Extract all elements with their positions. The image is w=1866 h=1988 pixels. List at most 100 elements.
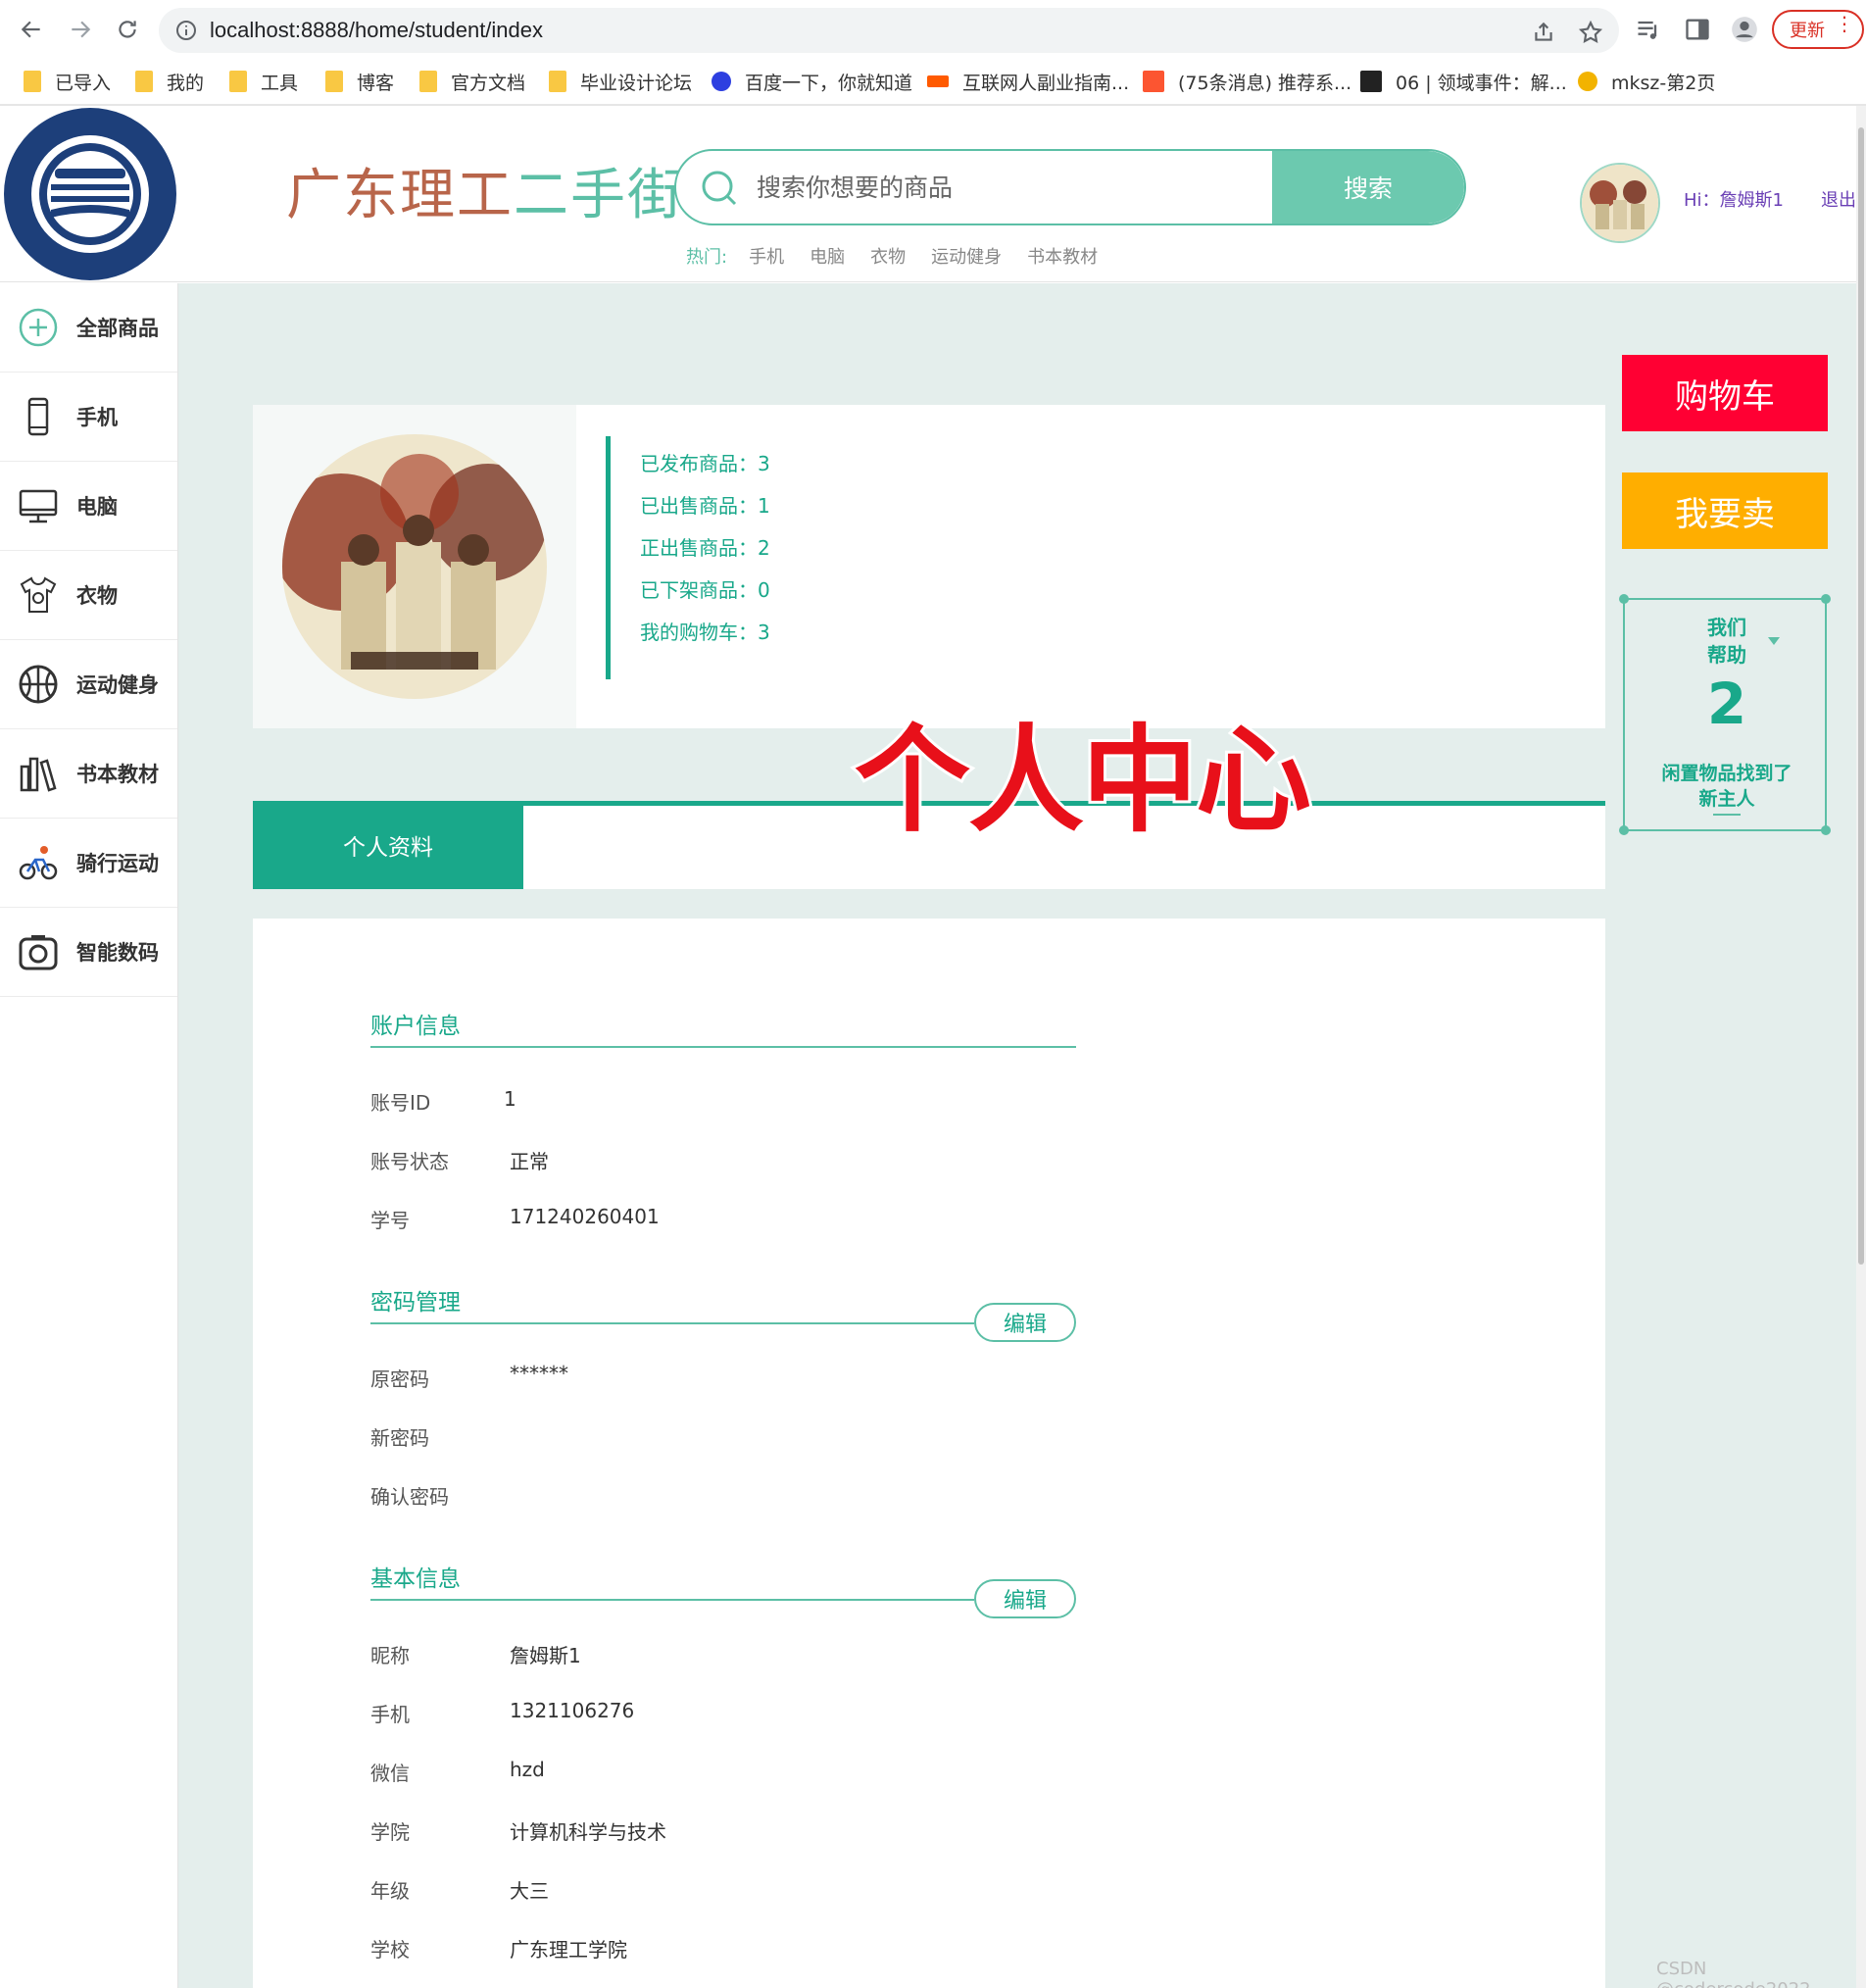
stat-sold[interactable]: 已出售商品：1	[640, 490, 770, 532]
sidebar-item-clothing[interactable]: 衣物	[0, 551, 177, 640]
bookmark-item[interactable]: 互联网人副业指南...	[927, 67, 1129, 96]
sidebar-item-computer[interactable]: 电脑	[0, 462, 177, 551]
page-overlay-title: 个人中心	[852, 710, 1314, 851]
url-bar[interactable]: localhost:8888/home/student/index	[159, 8, 1619, 53]
bookmark-label: 我的	[167, 72, 205, 94]
corner-dot	[1821, 825, 1831, 835]
folder-icon	[419, 71, 437, 92]
forward-button[interactable]	[63, 12, 98, 47]
sidebar-item-all[interactable]: 全部商品	[0, 283, 177, 373]
stat-published[interactable]: 已发布商品：3	[640, 448, 770, 490]
back-button[interactable]	[14, 12, 49, 47]
bookmark-label: 博客	[357, 72, 395, 94]
shopping-cart-button[interactable]: 购物车	[1622, 355, 1828, 431]
media-queue-icon[interactable]	[1635, 16, 1662, 43]
field-value: 1321106276	[510, 1699, 635, 1722]
section-title-password: 密码管理	[370, 1290, 461, 1316]
sidebar-item-books[interactable]: 书本教材	[0, 729, 177, 819]
hot-keyword-link[interactable]: 手机	[749, 243, 784, 269]
bookmark-item[interactable]: 博客	[325, 67, 394, 96]
csdn-icon	[1143, 71, 1164, 92]
site-title-part1: 广东理工	[286, 164, 514, 227]
help-line-3: 闲置物品找到了	[1661, 763, 1792, 784]
bookmark-item[interactable]: (75条消息) 推荐系...	[1143, 67, 1351, 96]
books-icon	[20, 757, 57, 792]
stat-removed[interactable]: 已下架商品：0	[640, 574, 770, 617]
reload-button[interactable]	[110, 12, 145, 47]
section-title-basic: 基本信息	[370, 1566, 461, 1592]
more-menu-icon[interactable]: ⋮	[1835, 14, 1854, 33]
search-box: 搜索	[674, 149, 1466, 225]
help-widget[interactable]: 我们 帮助 2 闲置物品找到了 新主人	[1619, 594, 1831, 835]
stat-value: 0	[758, 578, 770, 602]
stat-value: 1	[758, 494, 770, 518]
stat-label: 已发布商品：	[640, 452, 758, 475]
user-avatar[interactable]	[1580, 163, 1660, 243]
field-label: 新密码	[370, 1426, 429, 1450]
sidebar-item-digital[interactable]: 智能数码	[0, 908, 177, 997]
field-value: 1	[504, 1087, 516, 1111]
profile-avatar[interactable]	[282, 434, 547, 699]
browser-chrome: localhost:8888/home/student/index 更新 ⋮ 已…	[0, 0, 1866, 106]
bookmark-item[interactable]: 已导入	[24, 67, 111, 96]
tab-personal-info[interactable]: 个人资料	[253, 801, 523, 889]
help-caption: 闲置物品找到了 新主人	[1625, 761, 1829, 812]
reload-icon	[119, 21, 136, 38]
hot-keyword-link[interactable]: 运动健身	[931, 243, 1002, 269]
logout-link[interactable]: 退出	[1821, 186, 1856, 212]
hot-keyword-link[interactable]: 电脑	[810, 243, 845, 269]
site-header: 广东理工二手街 搜索 热门: 手机 电脑 衣物 运动健身 书本教材 Hi：詹姆斯…	[0, 106, 1866, 282]
side-panel-icon[interactable]	[1684, 16, 1711, 43]
bookmark-item[interactable]: 06 | 领域事件：解...	[1360, 67, 1567, 96]
bookmark-item[interactable]: 百度一下，你就知道	[712, 67, 912, 96]
college-logo[interactable]	[2, 106, 178, 282]
scrollbar-thumb[interactable]	[1858, 127, 1864, 1265]
field-value: 171240260401	[510, 1205, 660, 1228]
stat-on-sale[interactable]: 正出售商品：2	[640, 532, 770, 574]
sidebar-item-cycling[interactable]: 骑行运动	[0, 819, 177, 908]
corner-dot	[1619, 825, 1629, 835]
hot-keyword-link[interactable]: 书本教材	[1027, 243, 1098, 269]
stat-cart[interactable]: 我的购物车：3	[640, 617, 770, 659]
site-title-part2: 二手街	[514, 164, 684, 227]
share-icon[interactable]	[1531, 20, 1556, 45]
bookmark-item[interactable]: 毕业设计论坛	[549, 67, 692, 96]
info-icon[interactable]	[174, 19, 198, 42]
edit-basic-info-button[interactable]: 编辑	[974, 1579, 1076, 1618]
bookmark-label: 毕业设计论坛	[580, 72, 693, 94]
bookmark-item[interactable]: 我的	[135, 67, 204, 96]
stat-label: 已下架商品：	[640, 578, 758, 602]
category-sidebar: 全部商品 手机 电脑 衣物 运动健身 书本教材 骑行运动 智能数码	[0, 283, 178, 1988]
hot-label: 热门:	[686, 247, 728, 268]
edit-password-button[interactable]: 编辑	[974, 1303, 1076, 1342]
sidebar-item-label: 手机	[76, 406, 118, 429]
sell-item-button[interactable]: 我要卖	[1622, 472, 1828, 549]
star-icon[interactable]	[1578, 20, 1603, 45]
corner-dot	[1619, 594, 1629, 604]
profile-stats: 已发布商品：3 已出售商品：1 正出售商品：2 已下架商品：0 我的购物车：3	[606, 436, 770, 679]
bookmark-label: 已导入	[55, 72, 112, 94]
search-button[interactable]: 搜索	[1272, 151, 1464, 224]
stat-value: 3	[758, 452, 770, 475]
update-button[interactable]: 更新 ⋮	[1772, 10, 1864, 49]
sidebar-item-phone[interactable]: 手机	[0, 373, 177, 462]
bookmark-item[interactable]: mksz-第2页	[1578, 67, 1715, 96]
bookmark-item[interactable]: 官方文档	[419, 67, 525, 96]
baidu-icon	[712, 72, 731, 91]
stat-label: 已出售商品：	[640, 494, 758, 518]
help-line-1: 我们	[1707, 616, 1746, 639]
user-greeting[interactable]: Hi：詹姆斯1	[1684, 186, 1784, 212]
field-label: 学号	[370, 1209, 410, 1232]
sidebar-item-sports[interactable]: 运动健身	[0, 640, 177, 729]
sidebar-item-label: 智能数码	[76, 941, 159, 965]
profile-icon[interactable]	[1731, 16, 1758, 43]
hot-keywords: 热门: 手机 电脑 衣物 运动健身 书本教材	[686, 243, 1098, 269]
help-line-2: 帮助	[1707, 643, 1746, 667]
update-label: 更新	[1790, 21, 1825, 41]
hot-keyword-link[interactable]: 衣物	[870, 243, 906, 269]
search-input[interactable]	[757, 151, 1266, 224]
bookmark-item[interactable]: 工具	[229, 67, 298, 96]
profile-picture-area	[253, 405, 576, 728]
basketball-icon	[19, 665, 58, 704]
bookmark-label: 工具	[261, 72, 299, 94]
